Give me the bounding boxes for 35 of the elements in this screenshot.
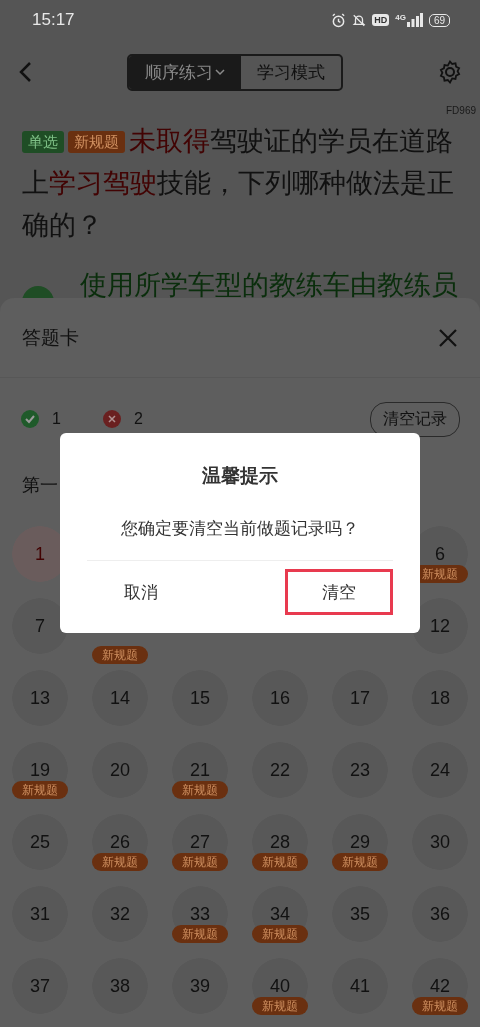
new-rule-badge: 新规题 xyxy=(172,925,228,943)
new-rule-badge: 新规题 xyxy=(92,646,148,664)
signal-icon xyxy=(406,13,423,27)
question-code: FD969 xyxy=(446,105,476,116)
new-rule-badge: 新规题 xyxy=(412,997,468,1015)
new-rule-badge: 新规题 xyxy=(172,853,228,871)
wrong-count: 2 xyxy=(134,410,143,428)
hd-badge: HD xyxy=(372,14,390,26)
dialog-button[interactable]: 取消 xyxy=(87,569,195,615)
network-label: 4G xyxy=(395,13,406,22)
status-time: 15:17 xyxy=(32,10,75,30)
correct-count: 1 xyxy=(52,410,61,428)
close-icon[interactable] xyxy=(438,327,458,348)
mute-bell-icon xyxy=(352,12,367,28)
sheet-title: 答题卡 xyxy=(22,325,79,350)
alarm-icon xyxy=(331,12,347,28)
option-text[interactable]: 使用所学车型的教练车由教练员 xyxy=(80,268,458,298)
new-rule-badge: 新规题 xyxy=(332,853,388,871)
new-rule-badge: 新规题 xyxy=(92,853,148,871)
settings-icon[interactable] xyxy=(438,60,462,84)
mode-tab[interactable]: 学习模式 xyxy=(241,55,341,89)
check-icon xyxy=(20,409,40,429)
new-rule-badge: 新规题 xyxy=(252,925,308,943)
back-icon[interactable] xyxy=(18,61,32,83)
dialog-message: 您确定要清空当前做题记录吗？ xyxy=(121,518,359,540)
new-rule-badge: 新规题 xyxy=(252,853,308,871)
new-rule-badge: 新规题 xyxy=(172,781,228,799)
section-title: 第一 xyxy=(22,475,58,495)
battery-indicator: 69 xyxy=(428,13,450,27)
new-rule-badge: 新规题 xyxy=(12,781,68,799)
dialog-title: 温馨提示 xyxy=(202,464,278,488)
new-rule-badge: 新规题 xyxy=(252,997,308,1015)
dialog-button[interactable]: 清空 xyxy=(285,569,393,615)
cross-icon xyxy=(102,409,122,429)
mode-tab[interactable]: 顺序练习 xyxy=(129,55,241,89)
